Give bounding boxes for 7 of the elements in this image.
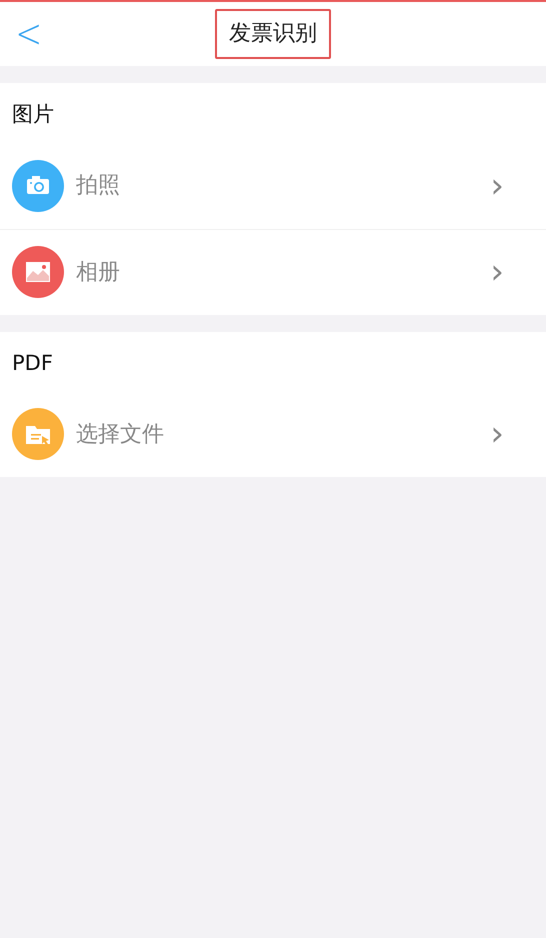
section-title: 图片 bbox=[11, 101, 55, 128]
section-title: PDF bbox=[11, 350, 54, 376]
chevron-icon: › bbox=[490, 255, 504, 289]
chevron-icon: › bbox=[490, 417, 504, 451]
back-button[interactable]: < bbox=[12, 14, 46, 54]
page-title: 发票识别 bbox=[215, 8, 331, 60]
chevron-icon: › bbox=[490, 168, 504, 202]
